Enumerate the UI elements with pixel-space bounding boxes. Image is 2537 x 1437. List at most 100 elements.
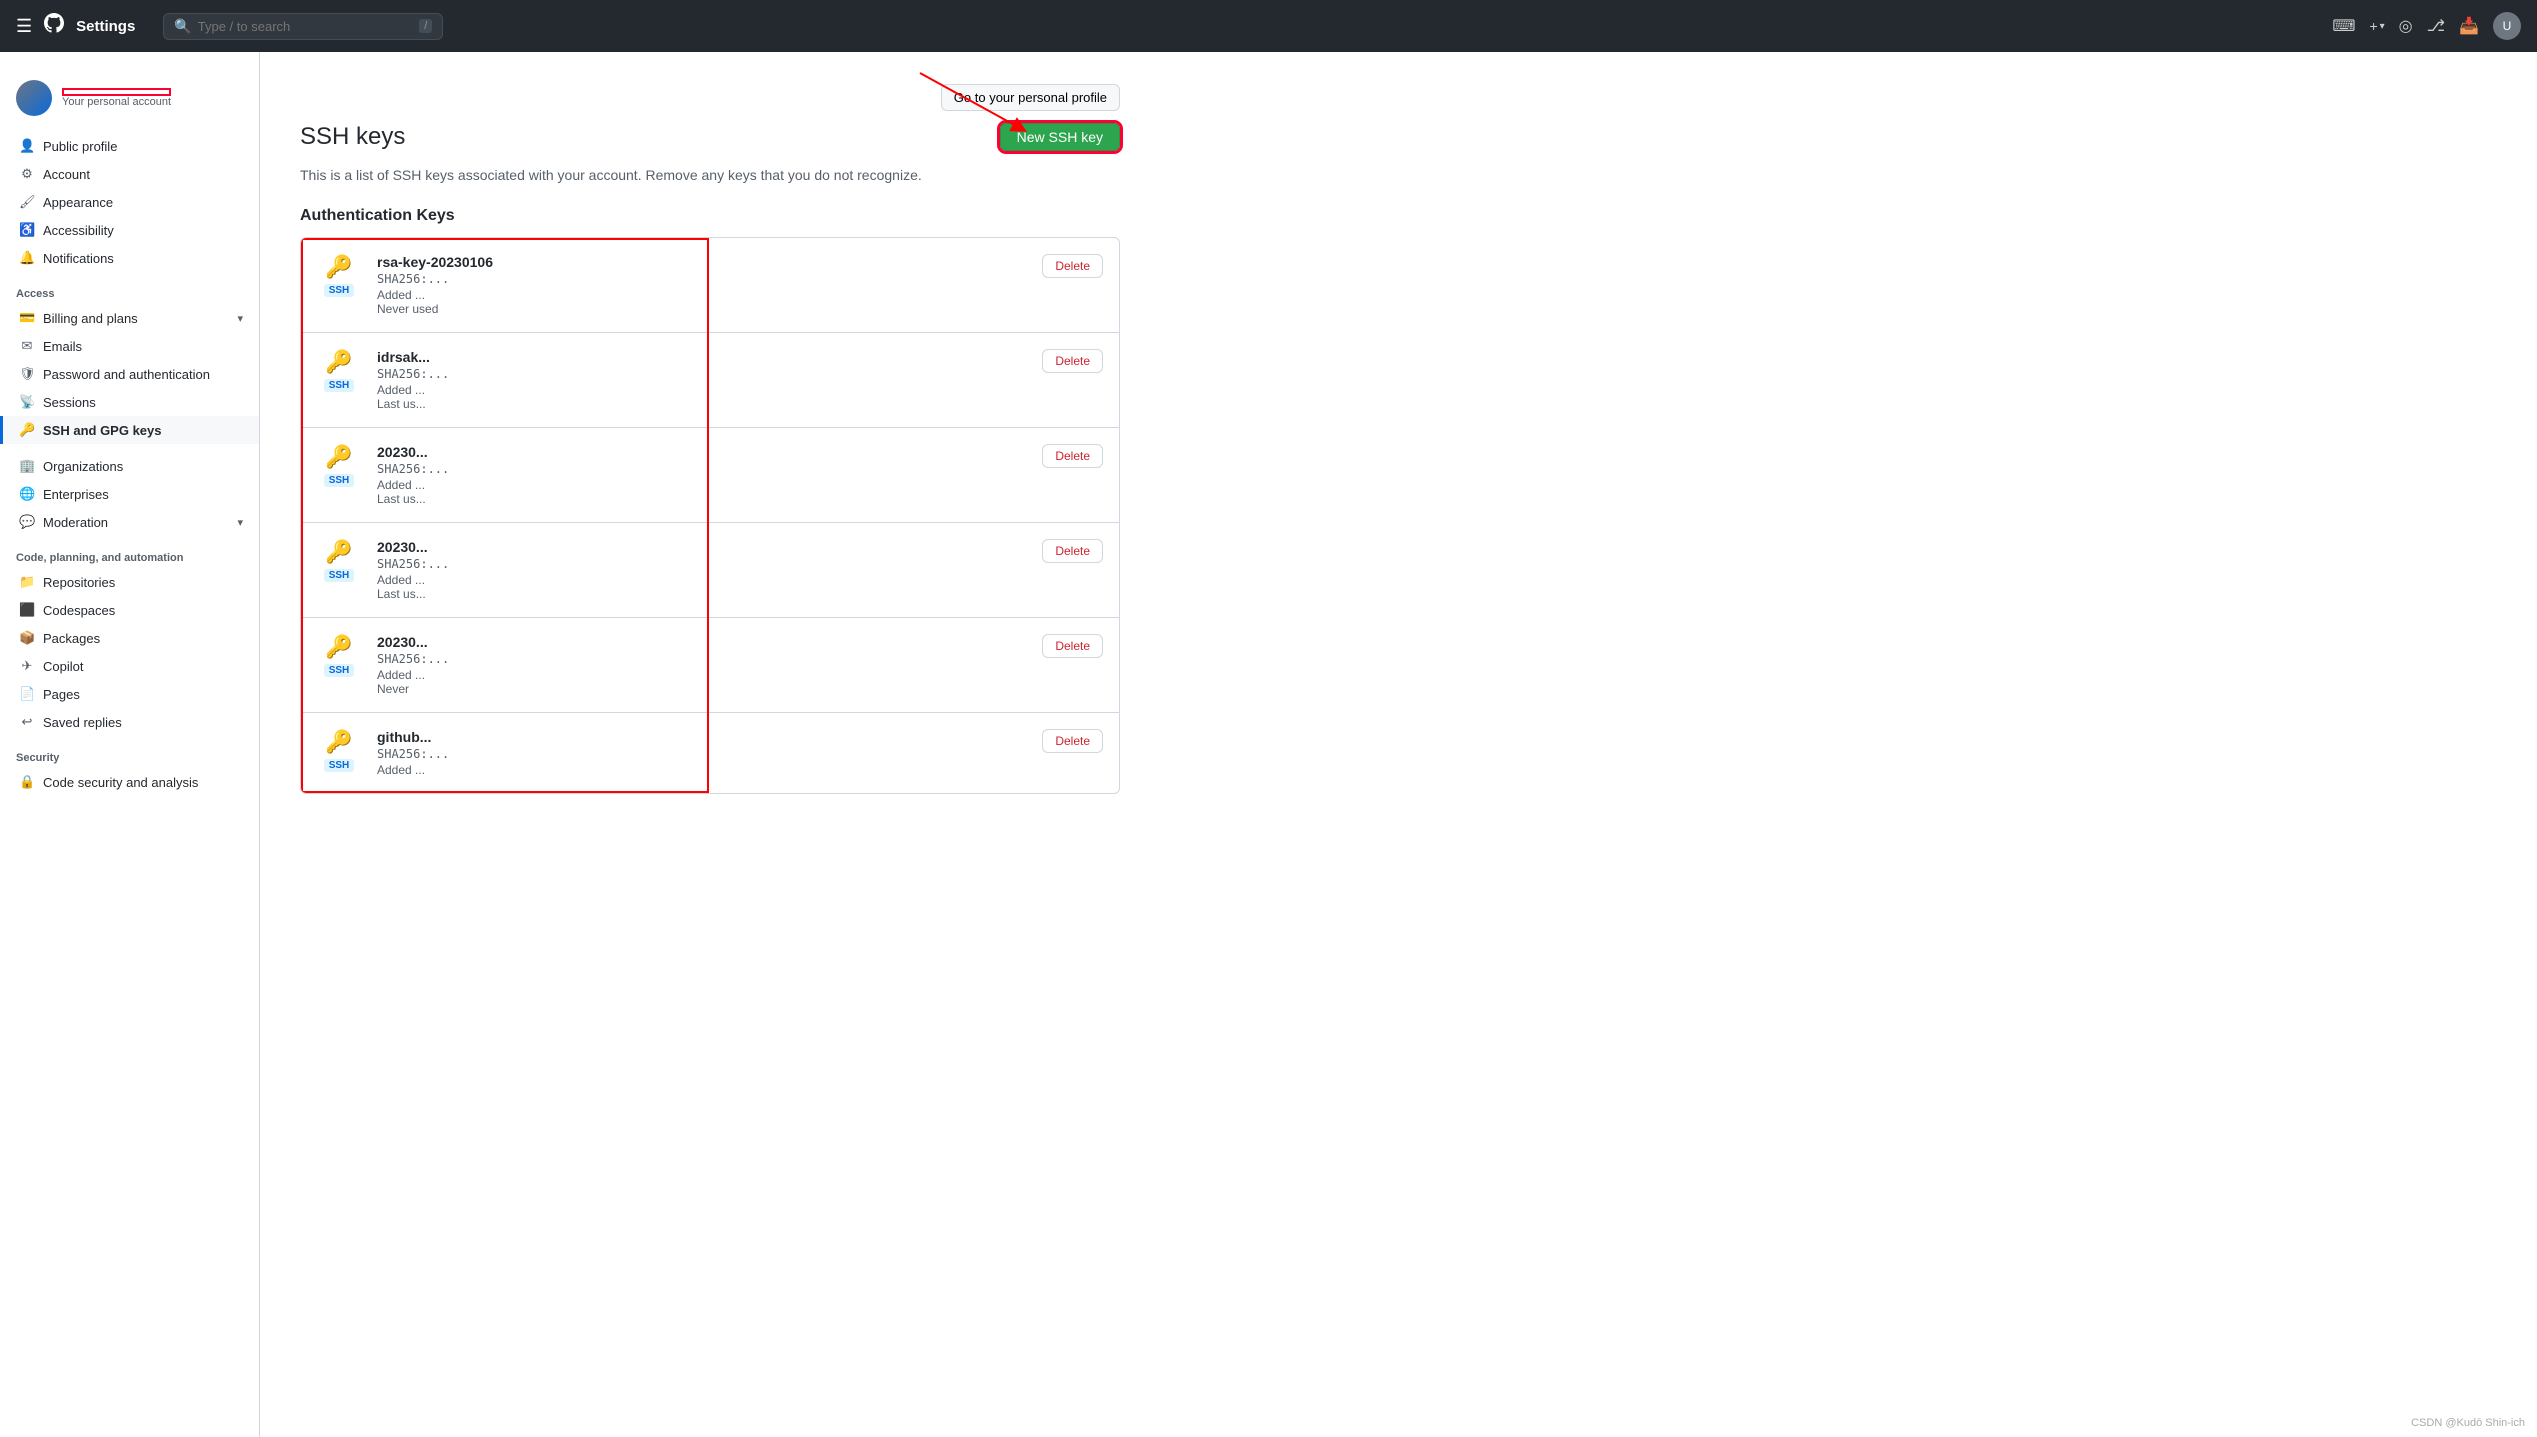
- sidebar-item-billing[interactable]: 💳 Billing and plans ▾: [0, 304, 259, 332]
- delete-button[interactable]: Delete: [1042, 444, 1103, 468]
- user-avatar[interactable]: U: [2493, 12, 2521, 40]
- search-input[interactable]: [198, 19, 414, 34]
- delete-button[interactable]: Delete: [1042, 634, 1103, 658]
- github-logo[interactable]: [44, 13, 64, 39]
- chevron-down-icon: ▾: [237, 516, 243, 529]
- gear-icon: ⚙: [19, 166, 35, 182]
- code-section-label: Code, planning, and automation: [0, 544, 259, 568]
- copilot-icon: ✈: [19, 658, 35, 674]
- ssh-key-last-used: Never: [377, 682, 1026, 696]
- sidebar-item-accessibility[interactable]: ♿ Accessibility: [0, 216, 259, 244]
- key-icon: 🔑: [325, 729, 352, 755]
- key-icon: 🔑: [325, 444, 352, 470]
- ssh-key-name: 20230...: [377, 539, 1026, 555]
- access-section-label: Access: [0, 280, 259, 304]
- ssh-key-name: github...: [377, 729, 1026, 745]
- sidebar-item-enterprises[interactable]: 🌐 Enterprises: [0, 480, 259, 508]
- ssh-key-added: Added ...: [377, 573, 1026, 587]
- ssh-type-badge: SSH: [324, 474, 355, 487]
- globe-icon: 🌐: [19, 486, 35, 502]
- sidebar-item-public-profile[interactable]: 👤 Public profile: [0, 132, 259, 160]
- sidebar-item-emails[interactable]: ✉ Emails: [0, 332, 259, 360]
- mail-icon: ✉: [19, 338, 35, 354]
- ssh-key-icon-wrap: 🔑 SSH: [317, 444, 361, 487]
- ssh-key-sha: SHA256:...: [377, 652, 1026, 666]
- sidebar-label: Billing and plans: [43, 311, 138, 326]
- page-title: SSH keys: [300, 123, 405, 151]
- ssh-type-badge: SSH: [324, 664, 355, 677]
- sidebar-item-password[interactable]: 🛡 Password and authentication: [0, 360, 259, 388]
- personal-account-label: Your personal account: [62, 96, 171, 108]
- reply-icon: ↩: [19, 714, 35, 730]
- avatar: [16, 80, 52, 116]
- sidebar-item-account[interactable]: ⚙ Account: [0, 160, 259, 188]
- sidebar-item-copilot[interactable]: ✈ Copilot: [0, 652, 259, 680]
- search-box[interactable]: 🔍 /: [163, 13, 443, 40]
- sidebar-item-code-security[interactable]: 🔒 Code security and analysis: [0, 768, 259, 796]
- ssh-key-sha: SHA256:...: [377, 367, 1026, 381]
- personal-profile-button[interactable]: Go to your personal profile: [941, 84, 1120, 111]
- ssh-key-sha: SHA256:...: [377, 462, 1026, 476]
- sidebar-item-repositories[interactable]: 📁 Repositories: [0, 568, 259, 596]
- sidebar-label: Copilot: [43, 659, 83, 674]
- sidebar-label: Notifications: [43, 251, 114, 266]
- activity-icon[interactable]: ◎: [2399, 16, 2413, 36]
- profile-text: Your personal account: [62, 88, 171, 108]
- sidebar-label: Sessions: [43, 395, 96, 410]
- ssh-key-added: Added ...: [377, 668, 1026, 682]
- inbox-icon[interactable]: 📥: [2459, 16, 2479, 36]
- ssh-key-item: 🔑 SSH 20230... SHA256:... Added ... Last…: [301, 428, 1119, 523]
- ssh-key-icon-wrap: 🔑 SSH: [317, 349, 361, 392]
- broadcast-icon: 📡: [19, 394, 35, 410]
- ssh-key-sha: SHA256:...: [377, 272, 1026, 286]
- sidebar-item-notifications[interactable]: 🔔 Notifications: [0, 244, 259, 272]
- pull-request-icon[interactable]: ⎇: [2427, 16, 2445, 36]
- sidebar-section-main: 👤 Public profile ⚙ Account 🖌 Appearance …: [0, 132, 259, 272]
- ssh-key-info: github... SHA256:... Added ...: [377, 729, 1026, 777]
- delete-button[interactable]: Delete: [1042, 539, 1103, 563]
- page-layout: Your personal account 👤 Public profile ⚙…: [0, 52, 2537, 826]
- username-box: [62, 88, 171, 96]
- sidebar-item-ssh-gpg[interactable]: 🔑 SSH and GPG keys: [0, 416, 259, 444]
- new-ssh-key-button[interactable]: New SSH key: [1000, 123, 1120, 151]
- sidebar-label: Accessibility: [43, 223, 114, 238]
- sidebar-item-sessions[interactable]: 📡 Sessions: [0, 388, 259, 416]
- ssh-type-badge: SSH: [324, 379, 355, 392]
- search-kbd: /: [419, 19, 432, 33]
- ssh-type-badge: SSH: [324, 759, 355, 772]
- ssh-type-badge: SSH: [324, 569, 355, 582]
- sidebar-section-access: Access 💳 Billing and plans ▾ ✉ Emails 🛡 …: [0, 280, 259, 444]
- terminal-icon[interactable]: ⌨: [2332, 16, 2355, 36]
- sidebar-item-organizations[interactable]: 🏢 Organizations: [0, 452, 259, 480]
- sidebar-label: Codespaces: [43, 603, 115, 618]
- ssh-type-badge: SSH: [324, 284, 355, 297]
- person-icon: 👤: [19, 138, 35, 154]
- delete-button[interactable]: Delete: [1042, 254, 1103, 278]
- nav-settings-title: Settings: [76, 18, 135, 35]
- sidebar-item-saved-replies[interactable]: ↩ Saved replies: [0, 708, 259, 736]
- new-menu[interactable]: + ▾: [2369, 18, 2384, 34]
- creditcard-icon: 💳: [19, 310, 35, 326]
- sidebar-item-appearance[interactable]: 🖌 Appearance: [0, 188, 259, 216]
- ssh-key-item: 🔑 SSH idrsak... SHA256:... Added ... Las…: [301, 333, 1119, 428]
- sidebar-label: Appearance: [43, 195, 113, 210]
- ssh-key-sha: SHA256:...: [377, 557, 1026, 571]
- sidebar-item-packages[interactable]: 📦 Packages: [0, 624, 259, 652]
- hamburger-icon[interactable]: ☰: [16, 16, 32, 37]
- ssh-key-added: Added ...: [377, 288, 1026, 302]
- sidebar-section-orgs: 🏢 Organizations 🌐 Enterprises 💬 Moderati…: [0, 452, 259, 536]
- sidebar-label: Enterprises: [43, 487, 109, 502]
- search-icon: 🔍: [174, 18, 191, 35]
- ssh-key-name: 20230...: [377, 444, 1026, 460]
- sidebar-section-security: Security 🔒 Code security and analysis: [0, 744, 259, 796]
- sidebar-item-moderation[interactable]: 💬 Moderation ▾: [0, 508, 259, 536]
- delete-button[interactable]: Delete: [1042, 729, 1103, 753]
- ssh-key-info: idrsak... SHA256:... Added ... Last us..…: [377, 349, 1026, 411]
- ssh-key-info: 20230... SHA256:... Added ... Last us...: [377, 539, 1026, 601]
- ssh-key-added: Added ...: [377, 383, 1026, 397]
- delete-button[interactable]: Delete: [1042, 349, 1103, 373]
- sidebar-item-codespaces[interactable]: ⬛ Codespaces: [0, 596, 259, 624]
- sidebar-item-pages[interactable]: 📄 Pages: [0, 680, 259, 708]
- nav-actions: ⌨ + ▾ ◎ ⎇ 📥 U: [2332, 12, 2521, 40]
- ssh-key-info: 20230... SHA256:... Added ... Last us...: [377, 444, 1026, 506]
